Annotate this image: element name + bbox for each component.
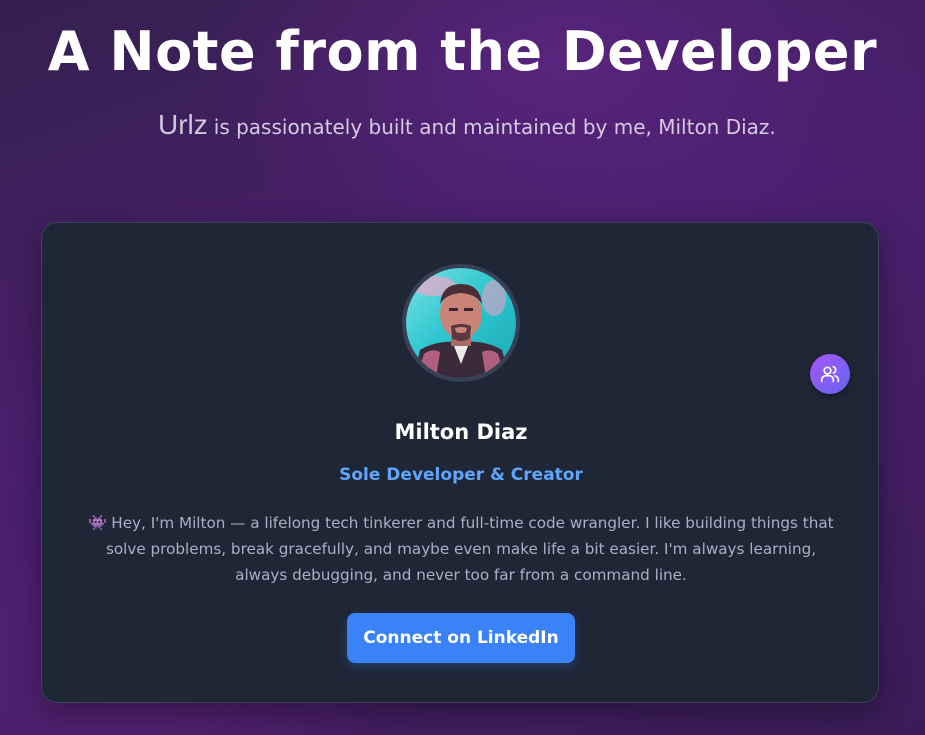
avatar	[402, 264, 520, 382]
brand-name: Urlz	[158, 109, 208, 140]
users-icon	[820, 365, 840, 383]
profile-photo	[406, 268, 516, 378]
subtitle-text: is passionately built and maintained by …	[213, 115, 776, 139]
developer-role: Sole Developer & Creator	[339, 465, 583, 485]
bio-text: Hey, I'm Milton — a lifelong tech tinker…	[105, 514, 834, 584]
team-badge[interactable]	[810, 354, 850, 394]
developer-card: Milton Diaz Sole Developer & Creator 👾 He…	[41, 222, 879, 703]
connect-linkedin-button[interactable]: Connect on LinkedIn	[347, 613, 575, 663]
alien-monster-icon: 👾	[88, 514, 108, 532]
page-title: A Note from the Developer	[47, 20, 878, 83]
page-subtitle: Urlz is passionately built and maintained…	[158, 108, 776, 144]
developer-name: Milton Diaz	[394, 420, 528, 444]
developer-bio: 👾 Hey, I'm Milton — a lifelong tech tinke…	[82, 510, 840, 588]
